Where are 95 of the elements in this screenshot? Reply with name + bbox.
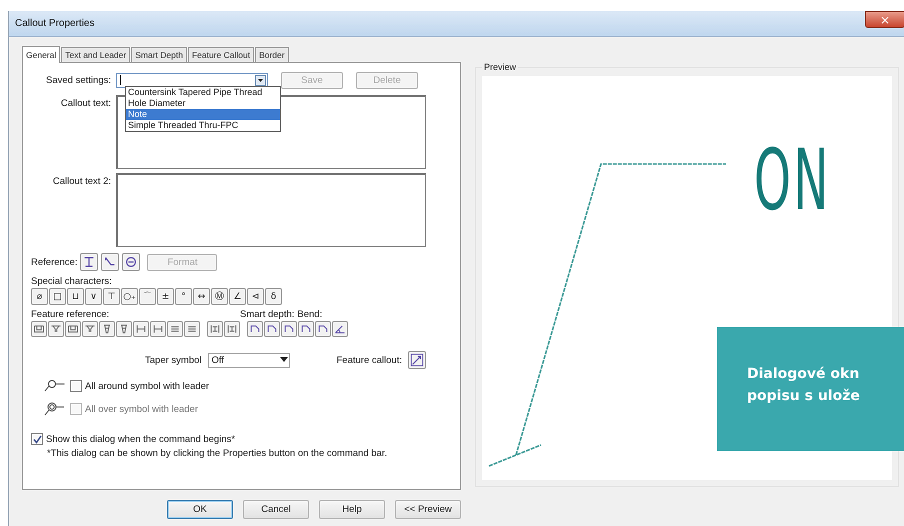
bend-button[interactable]: [298, 321, 314, 337]
tab[interactable]: Border: [255, 47, 289, 62]
special-character-button[interactable]: ∨: [85, 288, 102, 305]
feature-reference-button[interactable]: [31, 321, 47, 337]
field-label: Callout text:: [60, 98, 111, 109]
special-character-button[interactable]: ∠: [229, 288, 246, 305]
feature-reference-button[interactable]: [99, 321, 115, 337]
dialog-button[interactable]: Help: [319, 500, 385, 519]
dropdown-option[interactable]: Countersink Tapered Pipe Thread: [126, 87, 280, 98]
bend-button[interactable]: [264, 321, 280, 337]
symbol-icon: [50, 323, 62, 335]
symbol-icon: [300, 323, 312, 335]
tab[interactable]: Smart Depth: [131, 47, 187, 62]
field-label: Reference:: [31, 256, 78, 268]
symbol-icon: [84, 323, 96, 335]
field-label: Callout text 2:: [52, 176, 111, 187]
feature-reference-button[interactable]: [65, 321, 81, 337]
special-character-button[interactable]: Ⓜ: [211, 288, 228, 305]
feature-reference-button[interactable]: [48, 321, 64, 337]
reference-button[interactable]: [122, 253, 140, 271]
special-character-button[interactable]: ↔: [193, 288, 210, 305]
special-character-button[interactable]: ⌒: [139, 288, 156, 305]
all-around-symbol-icon: [43, 379, 65, 393]
caption-text: popisu s ulože: [747, 387, 861, 406]
symbol-icon: [33, 323, 45, 335]
special-character-button[interactable]: ⊔: [67, 288, 84, 305]
special-character-button[interactable]: ⊲: [247, 288, 264, 305]
feature-callout-button[interactable]: [408, 351, 426, 369]
symbol-icon: [101, 323, 113, 335]
special-character-button[interactable]: δ: [265, 288, 282, 305]
symbol-icon: [67, 323, 79, 335]
callout-icon: [410, 353, 424, 367]
special-character-button[interactable]: □: [49, 288, 66, 305]
feature-reference-button[interactable]: [82, 321, 98, 337]
tab[interactable]: Feature Callout: [188, 47, 254, 62]
dropdown-option[interactable]: Note: [126, 109, 280, 120]
symbol-icon: [124, 255, 138, 269]
checkbox[interactable]: [70, 380, 82, 392]
dialog-button[interactable]: OK: [167, 500, 233, 519]
dropdown-arrow-icon: [280, 357, 288, 363]
callout-text: ON: [754, 138, 831, 222]
symbol-icon: [209, 323, 221, 335]
field-label: Feature callout:: [336, 354, 402, 366]
symbol-icon: [135, 323, 147, 335]
reference-button[interactable]: [80, 253, 98, 271]
dropdown-option[interactable]: Simple Threaded Thru-FPC: [126, 120, 280, 131]
feature-reference-button[interactable]: [167, 321, 183, 337]
symbol-icon: [266, 323, 278, 335]
section-label: Feature reference:: [31, 309, 110, 320]
dialog-button[interactable]: Cancel: [243, 500, 309, 519]
symbol-icon: [317, 323, 329, 335]
checkbox-label: All over symbol with leader: [85, 404, 198, 414]
bend-button[interactable]: [332, 321, 348, 337]
feature-reference-button[interactable]: [184, 321, 200, 337]
bend-button[interactable]: [281, 321, 297, 337]
symbol-icon: [334, 323, 346, 335]
special-character-button[interactable]: ⊤: [103, 288, 120, 305]
symbol-icon: [283, 323, 295, 335]
all-over-symbol-icon: [43, 401, 65, 417]
special-character-button[interactable]: °: [175, 288, 192, 305]
feature-reference-button[interactable]: [116, 321, 132, 337]
symbol-icon: [118, 323, 130, 335]
footnote-text: *This dialog can be shown by clicking the Properties button on the command bar.: [47, 448, 388, 459]
smart-depth-button[interactable]: [207, 321, 223, 337]
symbol-icon: [152, 323, 164, 335]
taper-symbol-dropdown[interactable]: Off: [208, 352, 290, 368]
reference-button[interactable]: [101, 253, 120, 271]
group-label: Preview: [482, 62, 518, 72]
bend-button[interactable]: [247, 321, 263, 337]
feature-reference-button[interactable]: [150, 321, 166, 337]
special-character-button[interactable]: ±: [157, 288, 174, 305]
feature-reference-button[interactable]: [133, 321, 149, 337]
tab[interactable]: Text and Leader: [61, 47, 130, 62]
field-label: Taper symbol: [145, 354, 202, 366]
callout-text-field[interactable]: [116, 173, 426, 247]
caption-text: Dialogové okn: [747, 365, 860, 384]
dialog-button[interactable]: << Preview: [395, 500, 461, 519]
checkbox-label: All around symbol with leader: [85, 380, 210, 392]
special-character-button[interactable]: ○₊: [121, 288, 138, 305]
smart-depth-button[interactable]: [224, 321, 240, 337]
bend-button[interactable]: [315, 321, 331, 337]
special-character-button[interactable]: ⌀: [31, 288, 48, 305]
symbol-icon: [249, 323, 261, 335]
dropdown-option[interactable]: Hole Diameter: [126, 98, 280, 109]
section-label: Bend:: [297, 309, 322, 320]
section-label: Special characters:: [31, 276, 113, 287]
field-label: Saved settings:: [45, 74, 111, 86]
tab[interactable]: General: [22, 46, 60, 63]
window-title: Callout Properties: [14, 18, 94, 29]
checkbox[interactable]: [31, 433, 43, 445]
saved-settings-dropdown[interactable]: [116, 72, 268, 88]
symbol-icon: [226, 323, 238, 335]
section-label: Smart depth:: [240, 309, 294, 320]
symbol-icon: [82, 255, 96, 269]
checkbox-label: Show this dialog when the command begins*: [46, 434, 236, 444]
